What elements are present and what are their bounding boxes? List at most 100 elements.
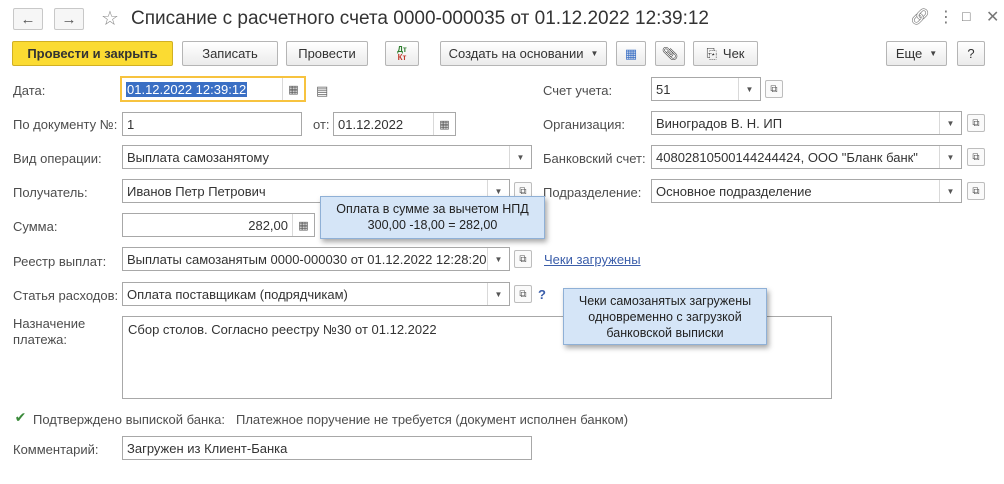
open-account-button[interactable]: ⧉ xyxy=(765,80,783,98)
open-registry-button[interactable]: ⧉ xyxy=(514,250,532,268)
chevron-down-icon[interactable]: ▼ xyxy=(509,146,531,168)
open-bank-account-button[interactable]: ⧉ xyxy=(967,148,985,166)
from-label: от: xyxy=(313,117,330,132)
from-date-field[interactable]: 01.12.2022 ▦ xyxy=(333,112,456,136)
more-button[interactable]: Еще ▼ xyxy=(886,41,947,66)
create-based-on-button[interactable]: Создать на основании ▼ xyxy=(440,41,607,66)
date-value: 01.12.2022 12:39:12 xyxy=(126,82,248,97)
division-value: Основное подразделение xyxy=(656,184,812,199)
open-icon: ⧉ xyxy=(972,185,980,197)
bank-account-value: 40802810500144244424, ООО "Бланк банк" xyxy=(656,150,918,165)
chevron-down-icon[interactable]: ▼ xyxy=(939,146,961,168)
operation-type-select[interactable]: Выплата самозанятому ▼ xyxy=(122,145,532,169)
chevron-down-icon[interactable]: ▼ xyxy=(487,283,509,305)
division-label: Подразделение: xyxy=(543,185,642,200)
checkmark-icon: ✔ xyxy=(14,409,27,425)
arrow-right-icon: → xyxy=(61,10,77,28)
favorite-star-icon[interactable]: ☆ xyxy=(101,6,119,31)
kt-label: Кт xyxy=(397,52,407,62)
bank-account-label: Банковский счет: xyxy=(543,151,646,166)
post-label: Провести xyxy=(298,46,356,61)
comment-field[interactable]: Загружен из Клиент-Банка xyxy=(122,436,532,460)
payment-purpose-value: Сбор столов. Согласно реестру №30 от 01.… xyxy=(128,322,437,337)
account-label: Счет учета: xyxy=(543,83,613,98)
receipt-button[interactable]: ⎘ Чек xyxy=(693,41,758,66)
date-field[interactable]: 01.12.2022 12:39:12 ▦ xyxy=(120,76,306,102)
chevron-down-icon[interactable]: ▼ xyxy=(939,112,961,134)
sum-field[interactable]: 282,00 ▦ xyxy=(122,213,315,237)
hierarchy-icon: ▦ xyxy=(624,45,638,61)
chevron-down-icon[interactable]: ▼ xyxy=(487,248,509,270)
attachment-button[interactable]: 📎︎ xyxy=(655,41,685,66)
chevron-down-icon: ▼ xyxy=(929,49,938,58)
bank-confirmed-label: Подтверждено выпиской банка: xyxy=(33,412,225,427)
organization-value: Виноградов В. Н. ИП xyxy=(656,116,783,131)
open-icon: ⧉ xyxy=(972,151,980,163)
doc-number-field[interactable]: 1 xyxy=(122,112,302,136)
calculator-icon[interactable]: ▦ xyxy=(292,214,314,236)
recipient-value: Иванов Петр Петрович xyxy=(127,184,266,199)
account-select[interactable]: 51 ▼ xyxy=(651,77,761,101)
chevron-down-icon[interactable]: ▼ xyxy=(738,78,760,100)
open-expense-item-button[interactable]: ⧉ xyxy=(514,285,532,303)
bank-account-select[interactable]: 40802810500144244424, ООО "Бланк банк" ▼ xyxy=(651,145,962,169)
post-and-close-label: Провести и закрыть xyxy=(27,46,158,61)
expense-item-select[interactable]: Оплата поставщикам (подрядчикам) ▼ xyxy=(122,282,510,306)
help-button[interactable]: ? xyxy=(957,41,985,66)
payment-purpose-label-line2: платежа: xyxy=(13,332,67,347)
page-title: Списание с расчетного счета 0000-000035 … xyxy=(131,8,709,29)
expense-help-icon[interactable]: ? xyxy=(538,287,546,302)
open-icon: ⧉ xyxy=(519,288,527,300)
link-icon[interactable]: 🔗︎ xyxy=(910,7,930,27)
expense-item-value: Оплата поставщикам (подрядчикам) xyxy=(127,287,348,302)
organization-label: Организация: xyxy=(543,117,626,132)
calendar-icon[interactable]: ▦ xyxy=(282,78,304,100)
operation-type-value: Выплата самозанятому xyxy=(127,150,270,165)
open-icon: ⧉ xyxy=(770,83,778,95)
structure-button[interactable]: ▦ xyxy=(616,41,646,66)
receipts-callout-line3: банковской выписки xyxy=(606,326,724,340)
registry-value: Выплаты самозанятым 0000-000030 от 01.12… xyxy=(127,252,487,267)
chevron-down-icon[interactable]: ▼ xyxy=(939,180,961,202)
organization-select[interactable]: Виноградов В. Н. ИП ▼ xyxy=(651,111,962,135)
save-label: Записать xyxy=(202,46,258,61)
open-icon: ⧉ xyxy=(519,185,527,197)
sum-callout-line1: Оплата в сумме за вычетом НПД xyxy=(336,202,529,216)
post-button[interactable]: Провести xyxy=(286,41,368,66)
doc-number-value: 1 xyxy=(127,117,135,132)
dt-kt-button[interactable]: Дт Кт xyxy=(385,41,419,66)
post-and-close-button[interactable]: Провести и закрыть xyxy=(12,41,173,66)
back-button[interactable]: ← xyxy=(13,8,43,30)
receipts-callout-line1: Чеки самозанятых загружены xyxy=(578,294,752,308)
receipts-loaded-link[interactable]: Чеки загружены xyxy=(544,252,641,267)
help-label: ? xyxy=(967,46,975,61)
expense-item-label: Статья расходов: xyxy=(13,288,119,303)
open-organization-button[interactable]: ⧉ xyxy=(967,114,985,132)
open-icon: ⧉ xyxy=(519,253,527,265)
sum-callout: Оплата в сумме за вычетом НПД 300,00 -18… xyxy=(320,196,545,239)
date-label: Дата: xyxy=(13,83,46,98)
receipts-callout-line2: одновременно с загрузкой xyxy=(588,310,742,324)
registry-select[interactable]: Выплаты самозанятым 0000-000030 от 01.12… xyxy=(122,247,510,271)
account-value: 51 xyxy=(656,82,671,97)
calendar-icon[interactable]: ▦ xyxy=(433,113,455,135)
division-select[interactable]: Основное подразделение ▼ xyxy=(651,179,962,203)
doc-number-label: По документу №: xyxy=(13,117,118,132)
forward-button[interactable]: → xyxy=(54,8,84,30)
from-date-value: 01.12.2022 xyxy=(338,117,404,132)
printer-icon: ⎘ xyxy=(706,45,717,61)
status-check-icon[interactable]: ▤ xyxy=(316,83,328,99)
payment-purpose-label-line1: Назначение xyxy=(13,316,86,331)
open-division-button[interactable]: ⧉ xyxy=(967,182,985,200)
sum-label: Сумма: xyxy=(13,219,58,234)
arrow-left-icon: ← xyxy=(20,10,36,28)
bank-confirmed-checkbox[interactable]: ✔ xyxy=(13,409,28,425)
maximize-icon[interactable]: □ xyxy=(962,8,970,24)
more-label: Еще xyxy=(895,46,923,61)
close-icon[interactable]: ✕ xyxy=(986,7,999,27)
bank-confirmed-text: Платежное поручение не требуется (докуме… xyxy=(236,412,629,427)
save-button[interactable]: Записать xyxy=(182,41,278,66)
paperclip-icon: 📎︎ xyxy=(661,45,679,61)
menu-dots-icon[interactable]: ⋮ xyxy=(938,7,954,27)
sum-callout-line2: 300,00 -18,00 = 282,00 xyxy=(367,218,498,232)
